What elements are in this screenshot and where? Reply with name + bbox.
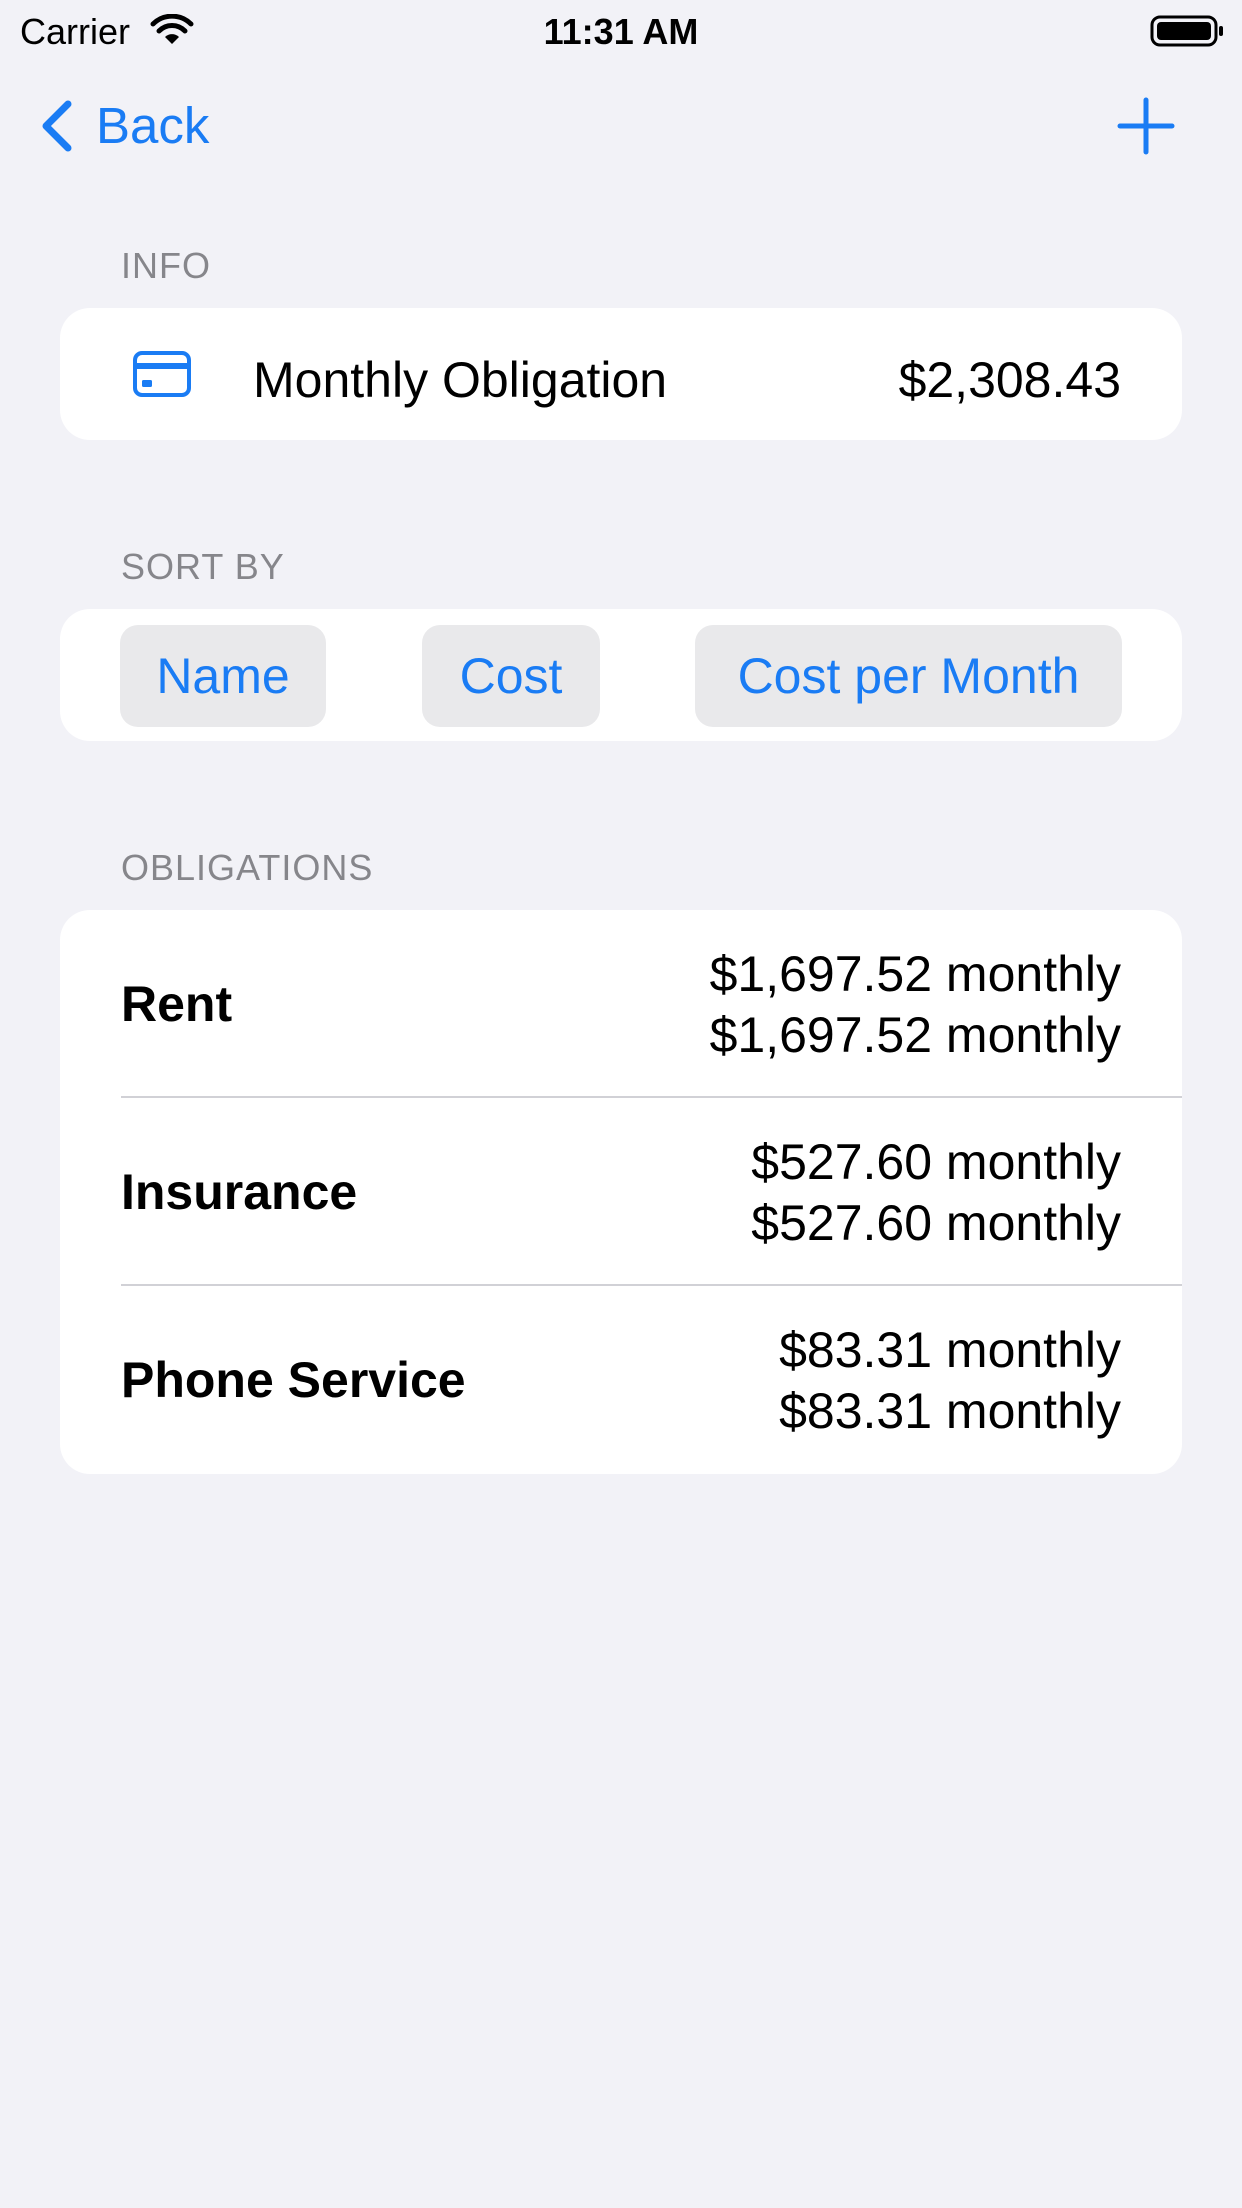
add-button[interactable] (1116, 96, 1176, 156)
obligation-cost: $83.31 monthly (779, 1322, 1121, 1378)
obligations-section-header: OBLIGATIONS (121, 847, 374, 888)
obligation-values: $83.31 monthly $83.31 monthly (779, 1320, 1121, 1442)
sort-by-cost-button[interactable]: Cost (422, 625, 600, 727)
obligation-cost: $527.60 monthly (751, 1134, 1121, 1190)
back-label: Back (96, 97, 210, 154)
sort-section-header: SORT BY (121, 546, 285, 587)
obligation-name: Insurance (121, 1164, 358, 1220)
list-item[interactable]: Phone Service $83.31 monthly $83.31 mont… (60, 1286, 1182, 1474)
obligation-cost-per-month: $1,697.52 monthly (709, 1007, 1121, 1063)
list-item[interactable]: Rent $1,697.52 monthly $1,697.52 monthly (60, 910, 1182, 1098)
clock-time: 11:31 AM (543, 11, 699, 52)
sort-card: Name Cost Cost per Month (60, 609, 1182, 741)
sort-by-name-button[interactable]: Name (120, 625, 326, 727)
obligation-values: $527.60 monthly $527.60 monthly (751, 1132, 1121, 1254)
info-card: Monthly Obligation $2,308.43 (60, 308, 1182, 440)
list-item[interactable]: Insurance $527.60 monthly $527.60 monthl… (60, 1098, 1182, 1286)
plus-icon (1117, 97, 1175, 155)
obligation-name: Rent (121, 976, 233, 1032)
credit-card-icon (133, 351, 191, 397)
obligation-cost-per-month: $83.31 monthly (779, 1383, 1121, 1439)
info-section-header: INFO (121, 245, 211, 286)
back-button[interactable]: Back (36, 96, 209, 156)
obligations-list: Rent $1,697.52 monthly $1,697.52 monthly… (60, 910, 1182, 1474)
monthly-obligation-label: Monthly Obligation (253, 352, 668, 408)
status-bar: Carrier 11:31 AM (0, 0, 1242, 60)
chevron-left-icon (42, 100, 72, 152)
obligation-values: $1,697.52 monthly $1,697.52 monthly (710, 944, 1121, 1066)
obligation-cost: $1,697.52 monthly (709, 946, 1121, 1002)
obligation-cost-per-month: $527.60 monthly (751, 1195, 1121, 1251)
obligation-name: Phone Service (121, 1352, 466, 1408)
sort-by-cost-per-month-button[interactable]: Cost per Month (695, 625, 1122, 727)
monthly-obligation-value: $2,308.43 (898, 352, 1121, 408)
battery-icon (1150, 15, 1223, 47)
